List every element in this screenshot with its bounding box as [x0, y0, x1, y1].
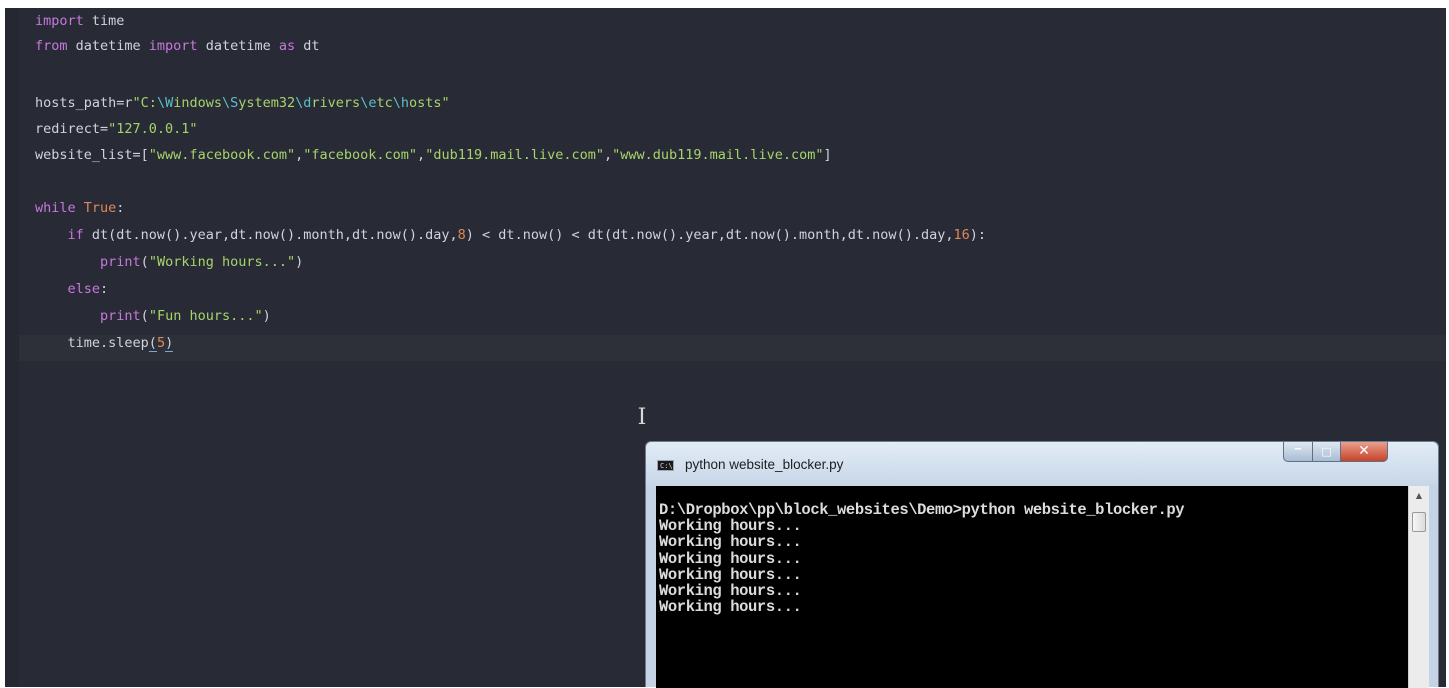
console-titlebar[interactable]: C:\ python website_blocker.py ‒ □ ✕	[646, 442, 1438, 486]
maximize-button[interactable]: □	[1312, 442, 1341, 462]
console-title: python website_blocker.py	[685, 457, 844, 472]
code-token: 5	[156, 335, 166, 351]
minimize-button[interactable]: ‒	[1283, 442, 1313, 462]
code-token: ]	[823, 147, 832, 163]
code-token: import	[148, 38, 198, 54]
code-token: time.sleep	[35, 335, 149, 351]
code-token: "www.dub119.mail.live.com"	[612, 147, 824, 163]
code-token: rivers	[311, 95, 361, 111]
console-output-line: Working hours...	[659, 533, 802, 551]
code-token: ) < dt.now() < dt(dt.now().year,dt.now()…	[465, 227, 954, 243]
code-line[interactable]: while True:	[35, 195, 124, 221]
code-line[interactable]: import time	[35, 8, 124, 34]
code-token: import	[35, 13, 84, 29]
code-token: :	[100, 281, 109, 297]
code-token: tc	[376, 95, 393, 111]
code-token: while	[35, 200, 76, 216]
code-token: "Fun hours..."	[148, 308, 263, 324]
code-line[interactable]: redirect="127.0.0.1"	[35, 116, 198, 142]
code-token: from	[35, 38, 68, 54]
code-token: else	[67, 281, 101, 297]
code-token: dt	[295, 38, 320, 54]
code-token: "Working hours..."	[148, 254, 296, 270]
scrollbar-thumb[interactable]	[1412, 512, 1426, 532]
code-token: (	[148, 335, 157, 352]
code-token: "facebook.com"	[303, 147, 418, 163]
code-token: "dub119.mail.live.com"	[425, 147, 604, 163]
maximize-icon: □	[1321, 445, 1332, 458]
scroll-up-icon[interactable]: ▲	[1409, 489, 1429, 503]
code-token: \h	[392, 95, 409, 111]
editor-gutter	[5, 8, 19, 687]
code-token: "C:	[132, 95, 157, 111]
active-line-highlight	[19, 335, 1446, 361]
code-token: if	[67, 227, 84, 243]
console-output-line: Working hours...	[659, 517, 802, 535]
console-output-line: Working hours...	[659, 582, 802, 600]
console-output-line: Working hours...	[659, 550, 802, 568]
code-token: ,	[417, 147, 426, 163]
code-token: \d	[295, 95, 312, 111]
code-line[interactable]: if dt(dt.now().year,dt.now().month,dt.no…	[35, 222, 986, 248]
code-token: indows	[173, 95, 222, 111]
code-token: ,	[604, 147, 613, 163]
code-token: 16	[953, 227, 970, 243]
console-scrollbar[interactable]: ▲	[1408, 486, 1429, 688]
code-token: redirect=	[35, 121, 109, 137]
code-token: as	[278, 38, 296, 54]
code-line[interactable]: from datetime import datetime as dt	[35, 33, 320, 59]
code-token: (	[140, 308, 149, 324]
code-token: True	[83, 200, 117, 216]
code-token: ystem32	[238, 95, 296, 111]
code-line[interactable]: website_list=["www.facebook.com","facebo…	[35, 142, 832, 168]
code-token: datetime	[197, 38, 279, 54]
code-token: hosts_path=r	[35, 95, 133, 111]
code-line[interactable]: hosts_path=r"C:\Windows\System32\drivers…	[35, 90, 450, 116]
close-button[interactable]: ✕	[1340, 442, 1388, 462]
code-line[interactable]: time.sleep(5)	[35, 330, 174, 356]
code-token: time	[83, 13, 125, 29]
console-output-line: Working hours...	[659, 598, 802, 616]
code-line[interactable]: print("Working hours...")	[35, 249, 303, 275]
console-window[interactable]: C:\ python website_blocker.py ‒ □ ✕ D:\D…	[645, 441, 1439, 688]
code-token: print	[100, 254, 141, 270]
console-command-line: D:\Dropbox\pp\block_websites\Demo>python…	[659, 501, 1185, 519]
code-token: \W	[156, 95, 174, 111]
code-token: "www.facebook.com"	[148, 147, 296, 163]
code-token: dt(dt.now().year,dt.now().month,dt.now()…	[83, 227, 458, 243]
code-token: )	[165, 335, 174, 352]
minimize-icon: ‒	[1294, 442, 1302, 455]
console-output[interactable]: D:\Dropbox\pp\block_websites\Demo>python…	[656, 486, 1408, 688]
code-token: datetime	[67, 38, 149, 54]
close-icon: ✕	[1358, 443, 1370, 459]
code-token: 8	[457, 227, 466, 243]
cmd-icon: C:\	[657, 460, 674, 471]
code-token: \S	[221, 95, 239, 111]
console-output-line: Working hours...	[659, 566, 802, 584]
code-token: "127.0.0.1"	[108, 121, 198, 137]
code-token: website_list=[	[35, 147, 149, 163]
code-token: \e	[360, 95, 377, 111]
text-cursor-icon: I	[637, 405, 647, 430]
code-token: )	[295, 254, 304, 270]
code-token: )	[262, 308, 271, 324]
code-token: ):	[969, 227, 986, 243]
code-token: (	[140, 254, 149, 270]
code-line[interactable]: print("Fun hours...")	[35, 303, 271, 329]
code-token: :	[116, 200, 125, 216]
code-line[interactable]: else:	[35, 276, 109, 302]
code-token: osts"	[409, 95, 450, 111]
code-token: print	[100, 308, 141, 324]
